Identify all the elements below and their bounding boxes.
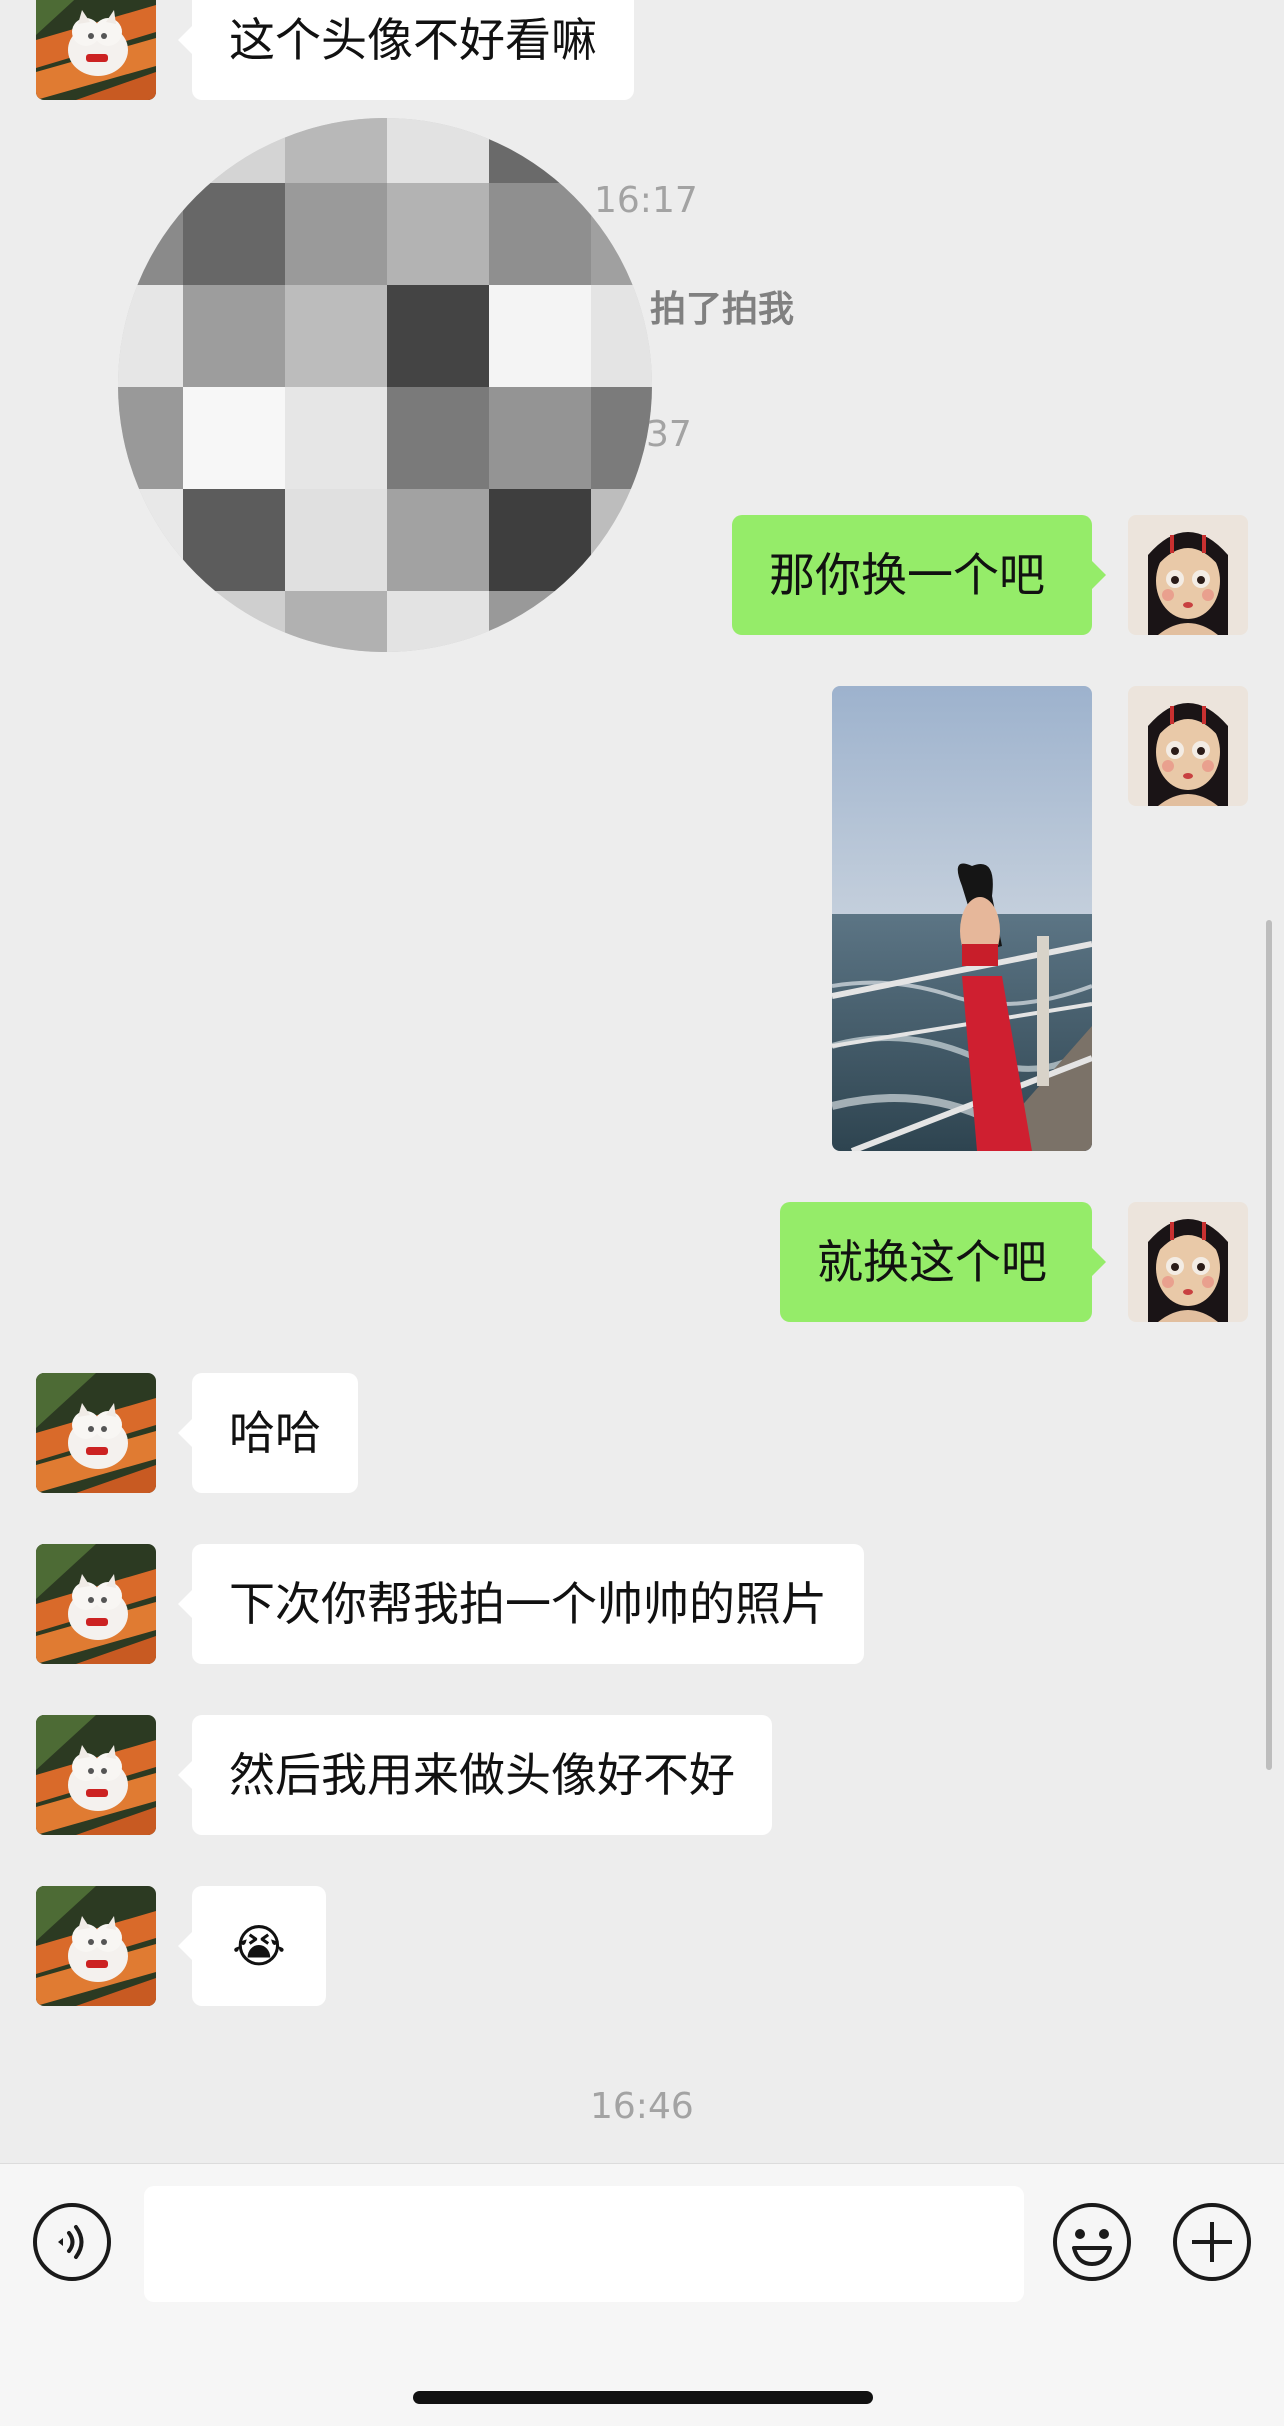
plus-button[interactable] — [1172, 2202, 1252, 2282]
contact-avatar[interactable] — [36, 1886, 156, 2006]
contact-avatar[interactable] — [36, 1715, 156, 1835]
seaside-photo — [832, 686, 1092, 1151]
cat-avatar-image — [36, 1373, 156, 1493]
cat-avatar-image — [36, 1886, 156, 2006]
scrollbar[interactable] — [1266, 920, 1272, 1770]
contact-avatar[interactable] — [36, 1373, 156, 1493]
image-message[interactable] — [832, 686, 1092, 1151]
message-input[interactable] — [144, 2186, 1024, 2302]
chat-area[interactable]: 这个头像不好看嘛 16:17 拍了拍我 37 那你换一个吧 就换这个吧 哈哈 下… — [0, 0, 1284, 2163]
input-bar — [0, 2163, 1284, 2426]
cat-avatar-image — [36, 0, 156, 100]
girl-avatar-image — [1128, 1202, 1248, 1322]
message-bubble-emoji[interactable]: 😭 — [178, 1886, 326, 2006]
crying-emoji: 😭 — [232, 1919, 286, 1973]
message-bubble-outgoing[interactable]: 就换这个吧 — [780, 1202, 1106, 1322]
message-bubble-incoming[interactable]: 这个头像不好看嘛 — [178, 0, 634, 100]
voice-button[interactable] — [32, 2202, 112, 2282]
contact-avatar[interactable] — [36, 0, 156, 100]
timestamp: 16:46 — [590, 2086, 694, 2127]
my-avatar[interactable] — [1128, 686, 1248, 806]
contact-avatar[interactable] — [36, 1544, 156, 1664]
plus-icon — [1173, 2203, 1251, 2281]
timestamp-fragment: 37 — [646, 414, 692, 455]
my-avatar[interactable] — [1128, 1202, 1248, 1322]
girl-avatar-image — [1128, 515, 1248, 635]
emoji-icon — [1053, 2203, 1131, 2281]
voice-icon — [33, 2203, 111, 2281]
mosaic-overlay-image — [118, 118, 652, 652]
my-avatar[interactable] — [1128, 515, 1248, 635]
girl-avatar-image — [1128, 686, 1248, 806]
home-indicator[interactable] — [413, 2391, 873, 2404]
message-bubble-outgoing[interactable]: 那你换一个吧 — [732, 515, 1106, 635]
message-bubble-incoming[interactable]: 哈哈 — [178, 1373, 358, 1493]
message-bubble-incoming[interactable]: 下次你帮我拍一个帅帅的照片 — [178, 1544, 864, 1664]
emoji-button[interactable] — [1052, 2202, 1132, 2282]
cat-avatar-image — [36, 1544, 156, 1664]
cat-avatar-image — [36, 1715, 156, 1835]
pat-notice: 拍了拍我 — [650, 289, 795, 330]
message-bubble-incoming[interactable]: 然后我用来做头像好不好 — [178, 1715, 772, 1835]
